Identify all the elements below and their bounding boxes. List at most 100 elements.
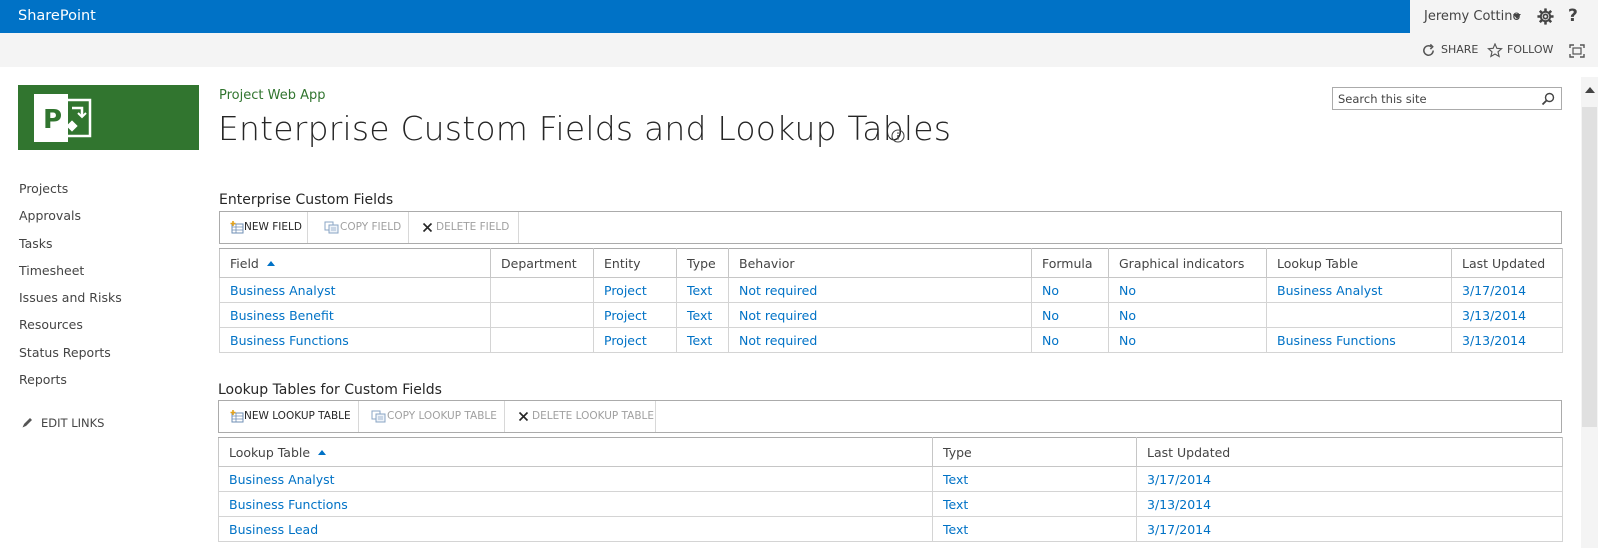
table-row: Business Functions Text 3/13/2014 (218, 491, 1563, 517)
column-header-field[interactable]: Field (219, 248, 491, 278)
column-header-lookup-table[interactable]: Lookup Table (218, 437, 933, 467)
search-icon[interactable] (1541, 92, 1555, 106)
column-header-lookup-table[interactable]: Lookup Table (1266, 248, 1452, 278)
nav-item-resources[interactable]: Resources (19, 316, 194, 343)
last-updated-link[interactable]: 3/17/2014 (1136, 516, 1563, 542)
sharepoint-brand-link[interactable]: SharePoint (18, 0, 96, 33)
ribbon-bar: SHARE FOLLOW (0, 33, 1598, 67)
copy-lookup-table-button[interactable]: COPY LOOKUP TABLE (371, 401, 501, 432)
column-header-type[interactable]: Type (932, 437, 1137, 467)
new-lookup-table-label: NEW LOOKUP TABLE (244, 410, 351, 422)
last-updated-link[interactable]: 3/17/2014 (1451, 277, 1563, 303)
entity-link[interactable]: Project (593, 327, 677, 353)
type-link[interactable]: Text (676, 277, 729, 303)
delete-lookup-table-label: DELETE LOOKUP TABLE (532, 410, 655, 422)
logo-letter: P (43, 105, 62, 135)
gear-icon[interactable] (1537, 8, 1554, 25)
column-header-behavior[interactable]: Behavior (728, 248, 1032, 278)
type-link[interactable]: Text (932, 491, 1137, 517)
nav-item-approvals[interactable]: Approvals (19, 207, 194, 234)
column-header-graphical-indicators[interactable]: Graphical indicators (1108, 248, 1267, 278)
department-cell (490, 277, 594, 303)
share-button[interactable]: SHARE (1421, 33, 1479, 67)
last-updated-link[interactable]: 3/13/2014 (1451, 302, 1563, 328)
column-header-entity[interactable]: Entity (593, 248, 677, 278)
type-link[interactable]: Text (676, 327, 729, 353)
lookup-tables-heading: Lookup Tables for Custom Fields (218, 382, 442, 398)
suite-bar: SharePoint Jeremy Cottino ? (0, 0, 1598, 33)
field-name-link[interactable]: Business Benefit (219, 302, 491, 328)
lookup-table-name-link[interactable]: Business Analyst (218, 466, 933, 492)
follow-label: FOLLOW (1507, 43, 1554, 56)
entity-link[interactable]: Project (593, 277, 677, 303)
edit-links-button[interactable]: EDIT LINKS (21, 416, 104, 430)
search-input[interactable] (1333, 88, 1533, 109)
last-updated-link[interactable]: 3/13/2014 (1136, 491, 1563, 517)
nav-item-reports[interactable]: Reports (19, 371, 194, 398)
copy-field-label: COPY FIELD (340, 221, 402, 233)
type-link[interactable]: Text (932, 466, 1137, 492)
lookup-table-link[interactable] (1266, 302, 1452, 328)
column-header-department[interactable]: Department (490, 248, 594, 278)
column-header-last-updated[interactable]: Last Updated (1451, 248, 1563, 278)
site-title-link[interactable]: Project Web App (219, 88, 325, 103)
nav-item-projects[interactable]: Projects (19, 180, 194, 207)
lookup-table-link[interactable]: Business Functions (1266, 327, 1452, 353)
behavior-link[interactable]: Not required (728, 302, 1032, 328)
custom-fields-toolbar: NEW FIELD COPY FIELD DELETE FIELD (219, 211, 1562, 244)
share-icon (1423, 43, 1434, 56)
follow-button[interactable]: FOLLOW (1487, 33, 1557, 67)
scroll-thumb[interactable] (1582, 107, 1597, 427)
delete-lookup-table-button[interactable]: DELETE LOOKUP TABLE (518, 401, 654, 432)
new-lookup-table-button[interactable]: NEW LOOKUP TABLE (230, 401, 355, 432)
quick-launch-nav: Projects Approvals Tasks Timesheet Issue… (19, 180, 194, 398)
share-label: SHARE (1441, 43, 1479, 56)
copy-lookup-table-label: COPY LOOKUP TABLE (387, 410, 497, 422)
copy-field-button[interactable]: COPY FIELD (324, 212, 406, 243)
formula-link[interactable]: No (1031, 277, 1109, 303)
entity-link[interactable]: Project (593, 302, 677, 328)
sort-ascending-icon (266, 260, 275, 266)
user-area: Jeremy Cottino ? (1410, 0, 1598, 33)
table-row: Business Benefit Project Text Not requir… (219, 302, 1563, 328)
behavior-link[interactable]: Not required (728, 327, 1032, 353)
help-button[interactable]: ? (1568, 0, 1578, 33)
delete-x-icon (422, 222, 433, 233)
project-web-app-logo[interactable]: P (18, 85, 199, 150)
last-updated-link[interactable]: 3/13/2014 (1451, 327, 1563, 353)
focus-on-content-icon[interactable] (1569, 44, 1585, 58)
new-item-icon (230, 410, 244, 423)
lookup-table-name-link[interactable]: Business Lead (218, 516, 933, 542)
graphical-indicators-link[interactable]: No (1108, 277, 1267, 303)
column-header-last-updated[interactable]: Last Updated (1136, 437, 1563, 467)
info-icon[interactable] (891, 129, 905, 143)
sort-ascending-icon (318, 449, 327, 455)
copy-icon (324, 221, 339, 234)
lookup-tables-table: Lookup Table Type Last Updated Business … (218, 437, 1563, 542)
formula-link[interactable]: No (1031, 302, 1109, 328)
type-link[interactable]: Text (676, 302, 729, 328)
new-field-button[interactable]: NEW FIELD (230, 212, 315, 243)
column-header-formula[interactable]: Formula (1031, 248, 1109, 278)
lookup-table-name-link[interactable]: Business Functions (218, 491, 933, 517)
type-link[interactable]: Text (932, 516, 1137, 542)
graphical-indicators-link[interactable]: No (1108, 302, 1267, 328)
nav-item-issues-and-risks[interactable]: Issues and Risks (19, 289, 194, 316)
graphical-indicators-link[interactable]: No (1108, 327, 1267, 353)
pencil-icon (22, 418, 32, 428)
vertical-scrollbar[interactable] (1581, 77, 1598, 548)
column-header-type[interactable]: Type (676, 248, 729, 278)
nav-item-tasks[interactable]: Tasks (19, 235, 194, 262)
behavior-link[interactable]: Not required (728, 277, 1032, 303)
field-name-link[interactable]: Business Analyst (219, 277, 491, 303)
nav-item-status-reports[interactable]: Status Reports (19, 344, 194, 371)
lookup-table-link[interactable]: Business Analyst (1266, 277, 1452, 303)
user-menu[interactable]: Jeremy Cottino (1424, 0, 1520, 33)
formula-link[interactable]: No (1031, 327, 1109, 353)
last-updated-link[interactable]: 3/17/2014 (1136, 466, 1563, 492)
field-name-link[interactable]: Business Functions (219, 327, 491, 353)
scroll-up-icon[interactable] (1585, 87, 1595, 93)
nav-item-timesheet[interactable]: Timesheet (19, 262, 194, 289)
chevron-down-icon[interactable] (1513, 14, 1521, 19)
delete-field-button[interactable]: DELETE FIELD (422, 212, 514, 243)
